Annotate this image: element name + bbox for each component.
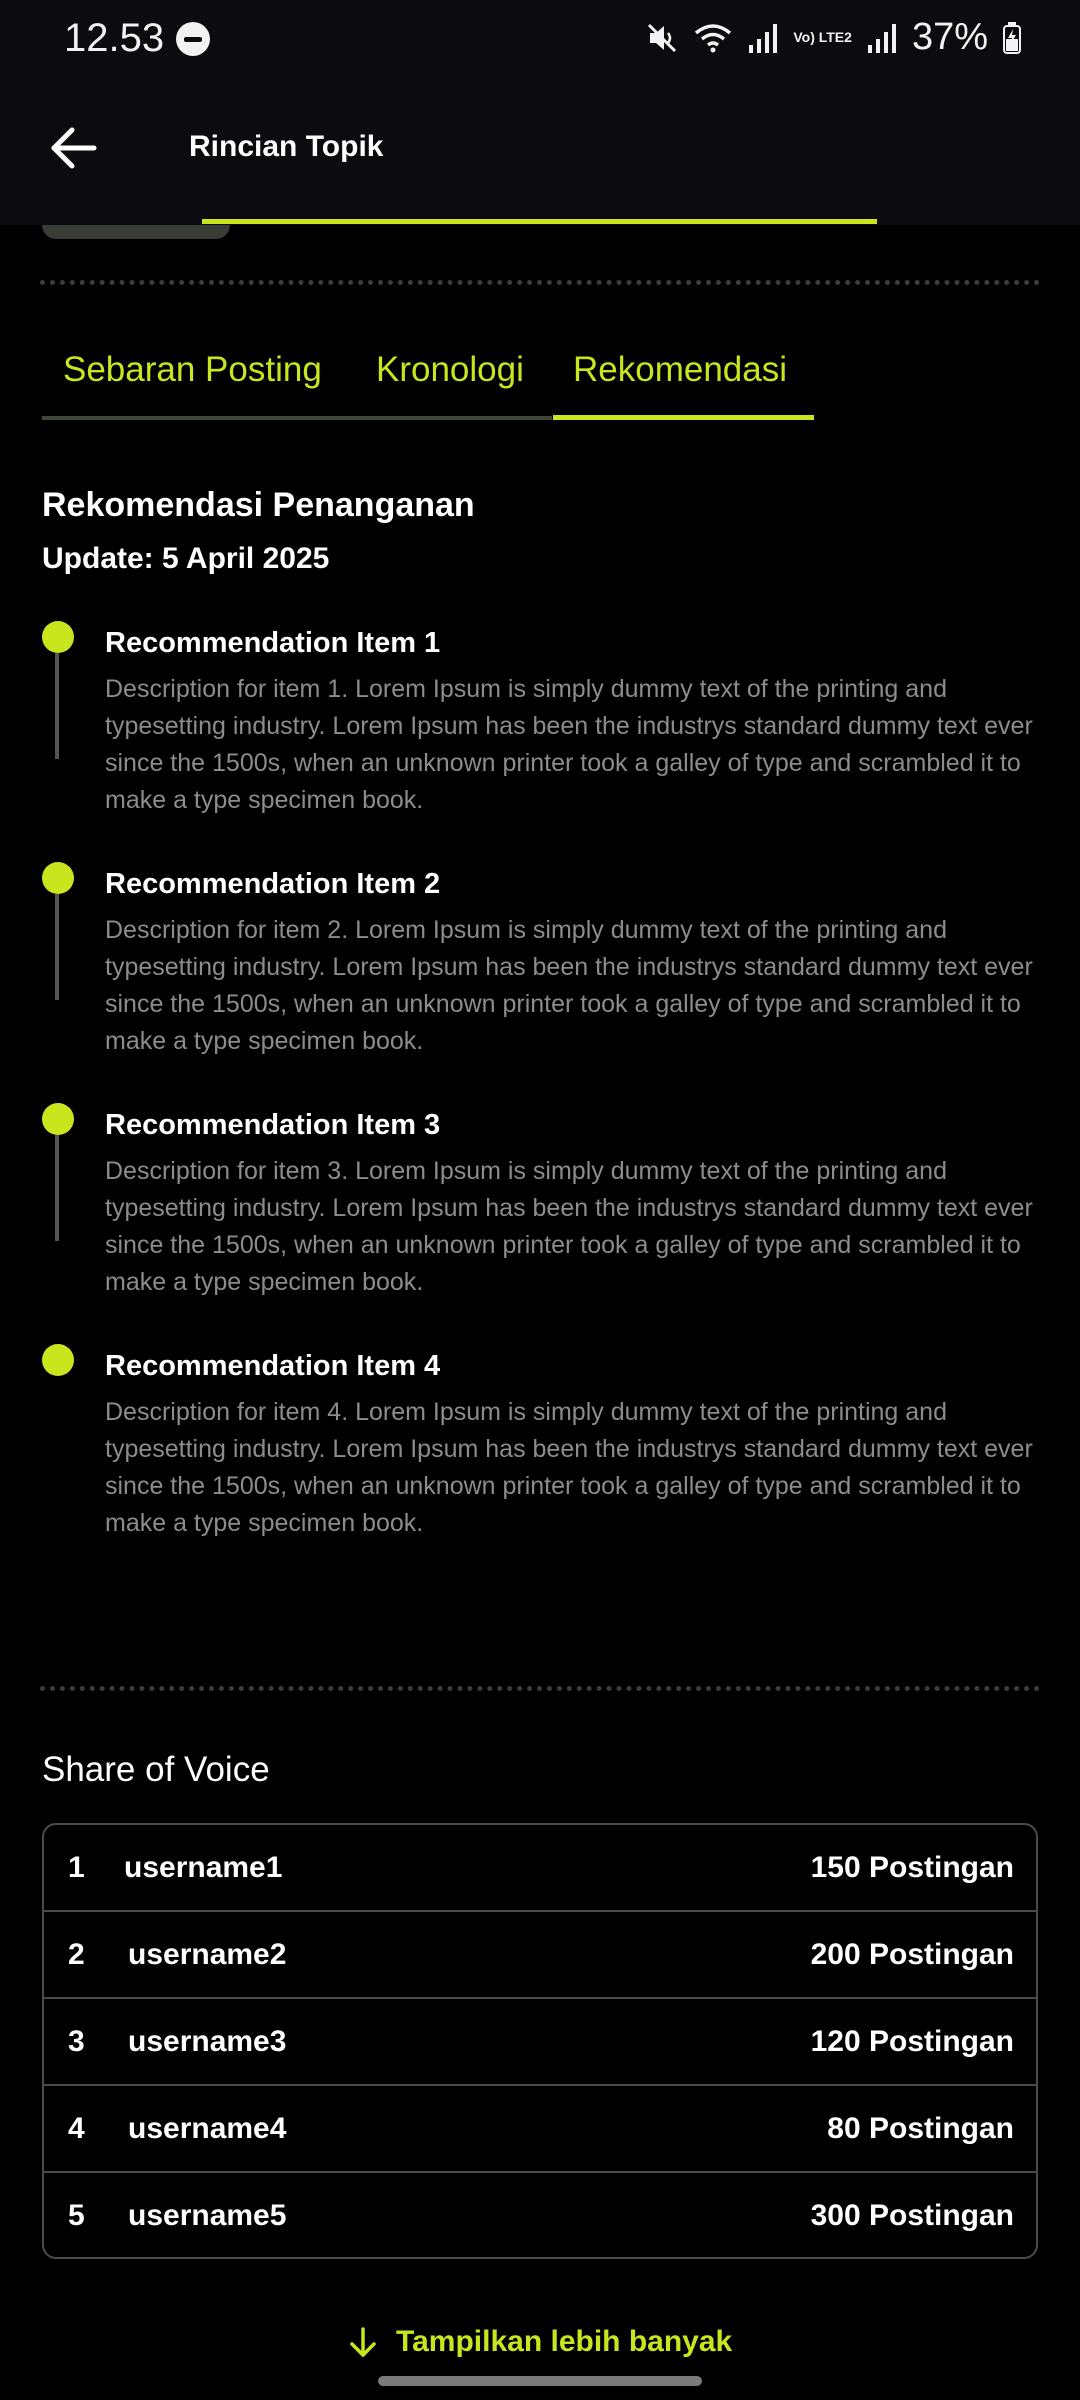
recommendation-title: Recommendation Item 4 <box>105 1350 441 1382</box>
signal-icon <box>747 21 779 55</box>
timeline-dot <box>42 621 74 653</box>
row-username: username3 <box>128 2025 287 2058</box>
timeline-connector <box>55 653 59 759</box>
share-of-voice-heading: Share of Voice <box>42 1750 270 1789</box>
table-row[interactable]: 3 username3 120 Postingan <box>44 1999 1036 2086</box>
row-rank: 1 <box>68 1851 85 1884</box>
home-indicator[interactable] <box>378 2376 702 2386</box>
recommendation-title: Recommendation Item 1 <box>105 627 441 659</box>
share-of-voice-table: 1 username1 150 Postingan 2 username2 20… <box>42 1823 1038 2259</box>
battery-charging-icon <box>1002 21 1022 55</box>
back-button[interactable] <box>44 118 104 178</box>
recommendation-title: Recommendation Item 3 <box>105 1109 441 1141</box>
row-rank: 5 <box>68 2199 85 2232</box>
show-more-label: Tampilkan lebih banyak <box>396 2325 733 2358</box>
arrow-left-icon <box>51 127 97 169</box>
table-row[interactable]: 1 username1 150 Postingan <box>44 1825 1036 1912</box>
tab-bar: Sebaran Posting Kronologi Rekomendasi <box>42 330 814 420</box>
timeline-dot <box>42 862 74 894</box>
timeline-dot <box>42 1103 74 1135</box>
row-username: username2 <box>128 1938 287 1971</box>
lte-label: Vo) LTE2 <box>793 29 852 45</box>
timeline-connector <box>55 894 59 1000</box>
recommendations-heading: Rekomendasi Penanganan <box>42 486 475 524</box>
row-post-count: 300 Postingan <box>810 2199 1014 2232</box>
row-rank: 3 <box>68 2025 85 2058</box>
do-not-disturb-icon <box>176 22 210 56</box>
row-username: username1 <box>124 1851 283 1884</box>
page-title: Rincian Topik <box>189 130 384 163</box>
update-date: Update: 5 April 2025 <box>42 542 330 575</box>
status-icons: Vo) LTE2 37% <box>645 16 1022 59</box>
section-divider <box>40 280 1040 285</box>
recommendation-description: Description for item 1. Lorem Ipsum is s… <box>105 675 1033 814</box>
recommendation-description: Description for item 4. Lorem Ipsum is s… <box>105 1398 1033 1537</box>
row-post-count: 120 Postingan <box>810 2025 1014 2058</box>
row-post-count: 80 Postingan <box>827 2112 1014 2145</box>
tab-rekomendasi[interactable]: Rekomendasi <box>573 350 787 390</box>
recommendation-description: Description for item 2. Lorem Ipsum is s… <box>105 916 1033 1055</box>
app-bar: Rincian Topik <box>0 80 1080 225</box>
signal-icon-2 <box>866 21 898 55</box>
wifi-icon <box>693 21 733 55</box>
recommendation-description: Description for item 3. Lorem Ipsum is s… <box>105 1157 1033 1296</box>
section-divider <box>40 1686 1040 1691</box>
timeline-dot <box>42 1344 74 1376</box>
battery-percent: 37% <box>911 16 988 58</box>
scrolled-chip <box>42 225 230 239</box>
row-rank: 4 <box>68 2112 85 2145</box>
tab-kronologi[interactable]: Kronologi <box>376 350 524 390</box>
table-row[interactable]: 2 username2 200 Postingan <box>44 1912 1036 1999</box>
table-row[interactable]: 5 username5 300 Postingan <box>44 2173 1036 2257</box>
row-username: username5 <box>128 2199 287 2232</box>
tab-sebaran-posting[interactable]: Sebaran Posting <box>63 350 322 390</box>
row-post-count: 200 Postingan <box>810 1938 1014 1971</box>
show-more-button[interactable]: Tampilkan lebih banyak <box>346 2320 732 2364</box>
tab-active-indicator <box>553 415 814 420</box>
progress-indicator <box>202 219 877 224</box>
row-post-count: 150 Postingan <box>810 1851 1014 1884</box>
timeline-connector <box>55 1135 59 1241</box>
arrow-down-icon <box>350 2327 376 2357</box>
tab-underline <box>42 416 552 420</box>
status-time: 12.53 <box>64 16 165 60</box>
recommendation-title: Recommendation Item 2 <box>105 868 441 900</box>
status-bar: 12.53 Vo) LTE2 37% <box>0 0 1080 80</box>
mute-icon <box>645 21 679 55</box>
row-username: username4 <box>128 2112 287 2145</box>
table-row[interactable]: 4 username4 80 Postingan <box>44 2086 1036 2173</box>
row-rank: 2 <box>68 1938 85 1971</box>
